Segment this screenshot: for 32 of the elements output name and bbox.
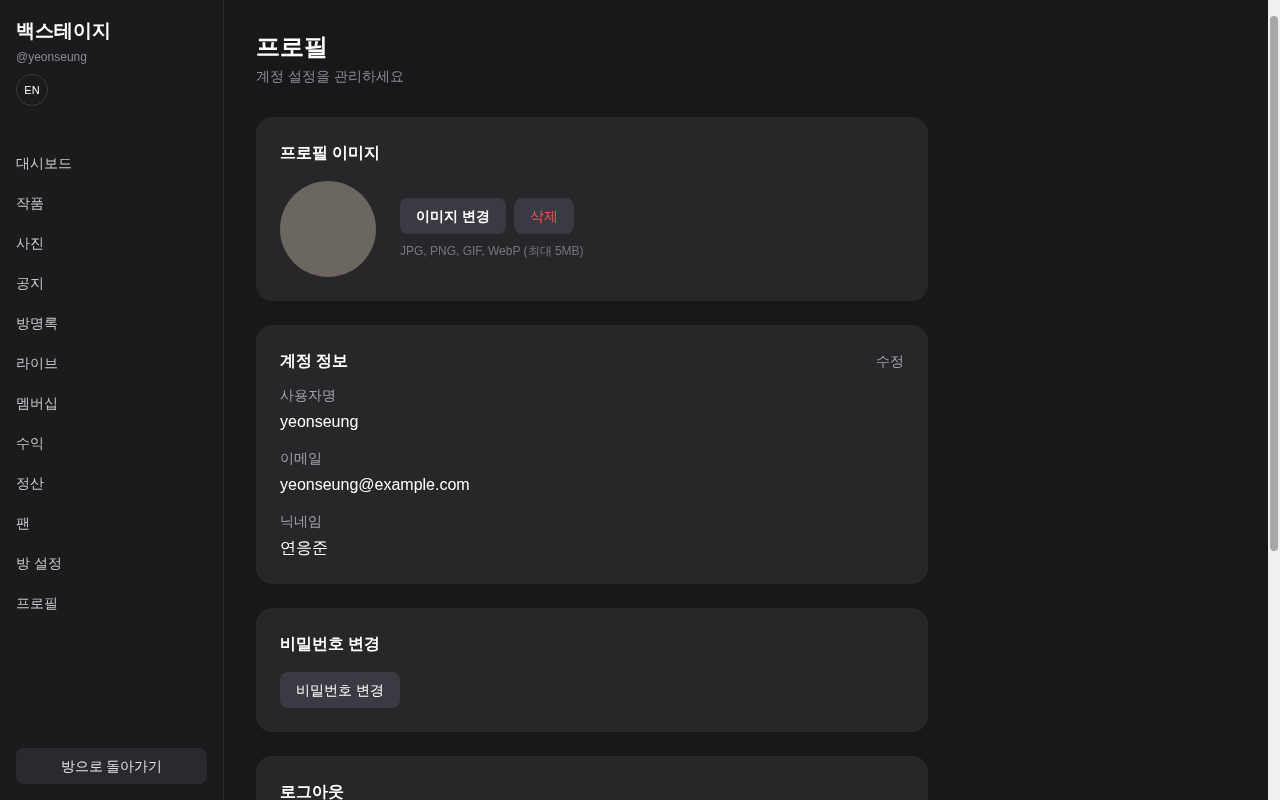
card-title: 프로필 이미지 [280,143,382,163]
field-label: 이메일 [280,449,323,468]
change-image-button[interactable]: 이미지 변경 [400,198,506,234]
nav-item[interactable]: 프로필 [16,583,207,623]
nav-item[interactable]: 방 설정 [16,543,207,583]
field-value: yeonseung [280,412,360,432]
change-password-button[interactable]: 비밀번호 변경 [280,672,400,708]
nav-item[interactable]: 정산 [16,463,207,503]
field-label: 닉네임 [280,512,323,531]
nav-item[interactable]: 멤버십 [16,383,207,423]
card-title: 비밀번호 변경 [280,634,382,654]
card-title: 로그아웃 [280,782,345,800]
edit-link[interactable]: 수정 [876,350,904,372]
card-title: 계정 정보 [280,351,349,371]
file-hint: JPG, PNG, GIF, WebP (최대 5MB) [400,243,584,260]
nav-item[interactable]: 사진 [16,223,207,263]
field-value: 연응준 [280,538,329,558]
nav-item[interactable]: 수익 [16,423,207,463]
field-label: 사용자명 [280,386,337,405]
nav-item[interactable]: 작품 [16,183,207,223]
user-handle: @yeonseung [16,49,88,66]
nav-item[interactable]: 라이브 [16,343,207,383]
back-button[interactable]: 방으로 돌아가기 [16,748,207,784]
field-value: yeonseung@example.com [280,475,471,495]
nav-item[interactable]: 팬 [16,503,207,543]
page-subtitle: 계정 설정을 관리하세요 [256,67,405,86]
page-title: 프로필 [256,32,329,62]
brand-title: 백스테이지 [16,19,112,43]
nav-item[interactable]: 공지 [16,263,207,303]
nav-item[interactable]: 방명록 [16,303,207,343]
nav-item[interactable]: 대시보드 [16,143,207,183]
scrollbar[interactable] [1268,0,1280,800]
